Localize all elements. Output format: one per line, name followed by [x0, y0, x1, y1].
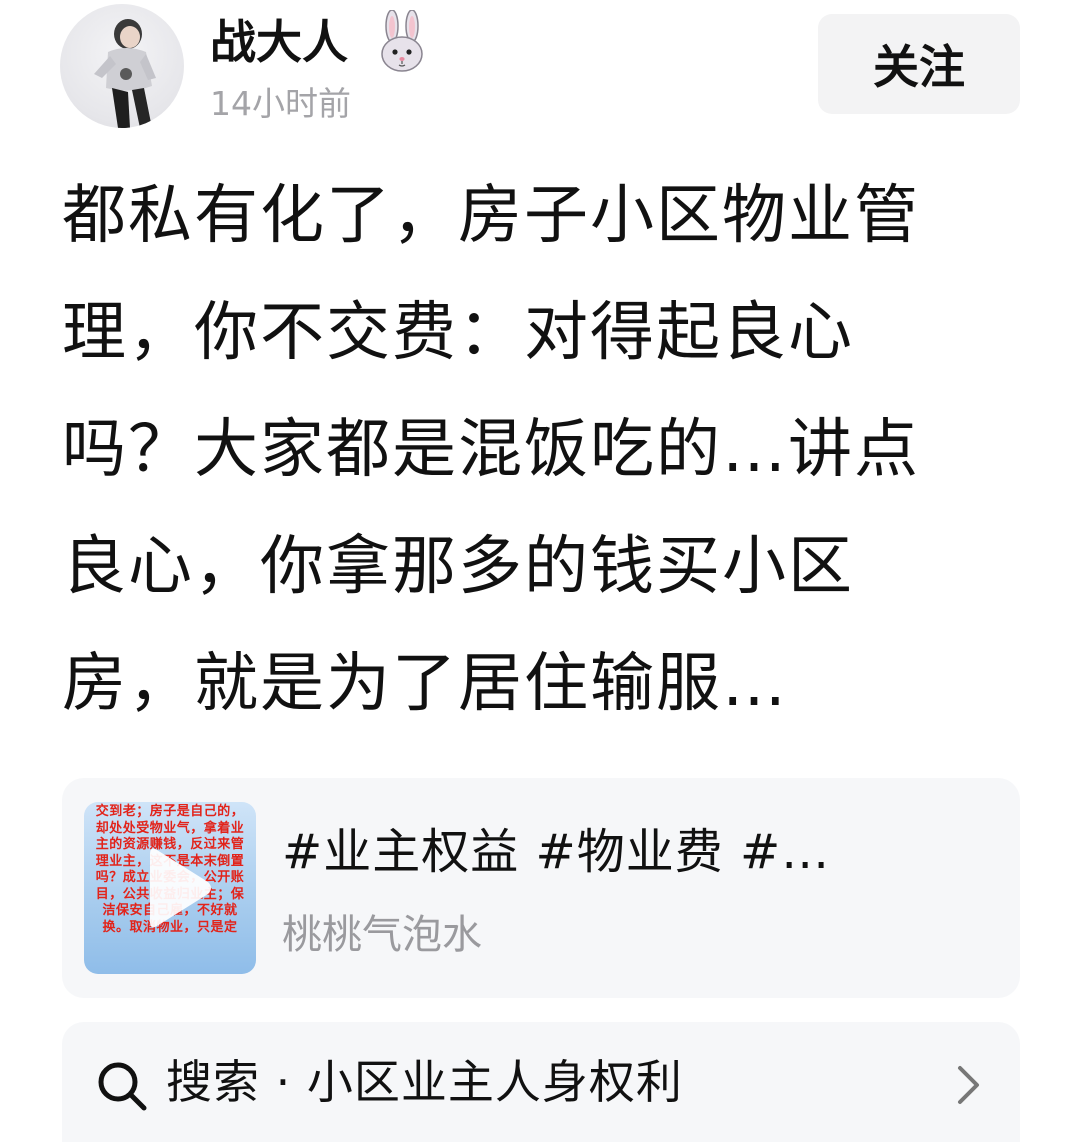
- post-body-line: 吗？大家都是混饭吃的…讲点: [62, 413, 920, 487]
- search-icon: [98, 1062, 147, 1111]
- video-thumbnail[interactable]: 交到老；房子是自己的，却处处受物业气，拿着业主的资源赚钱，反过来管理业主，这不是…: [84, 802, 256, 974]
- chevron-right-icon: [958, 1066, 979, 1104]
- post-time: 14小时前: [210, 84, 351, 123]
- post-body[interactable]: 都私有化了，房子小区物业管 理，你不交费：对得起良心 吗？大家都是混饭吃的…讲点…: [62, 158, 1012, 743]
- linked-video-card[interactable]: 交到老；房子是自己的，却处处受物业气，拿着业主的资源赚钱，反过来管理业主，这不是…: [62, 778, 1020, 998]
- video-title: #业主权益 #物业费 #…: [282, 824, 831, 880]
- post-header: 战大人 14小时前 关注: [0, 0, 1080, 140]
- post-body-line: 房，就是为了居住输服…: [62, 647, 788, 721]
- related-search-bar[interactable]: 搜索 · 小区业主人身权利: [62, 1022, 1020, 1142]
- follow-button[interactable]: 关注: [818, 14, 1020, 114]
- avatar-figure: [94, 19, 156, 128]
- post-body-line: 理，你不交费：对得起良心: [62, 296, 854, 370]
- post-body-line: 都私有化了，房子小区物业管: [62, 179, 920, 253]
- rabbit-icon: [381, 10, 423, 72]
- video-author: 桃桃气泡水: [282, 912, 482, 958]
- author-name[interactable]: 战大人: [210, 12, 348, 72]
- search-separator: ·: [260, 1055, 307, 1109]
- search-query: 小区业主人身权利: [306, 1055, 683, 1109]
- post-body-line: 良心，你拿那多的钱买小区: [62, 530, 854, 604]
- author-avatar[interactable]: [60, 4, 184, 128]
- search-text: 搜索 · 小区业主人身权利: [166, 1050, 683, 1114]
- play-icon: [150, 848, 211, 928]
- search-prefix: 搜索: [166, 1055, 260, 1109]
